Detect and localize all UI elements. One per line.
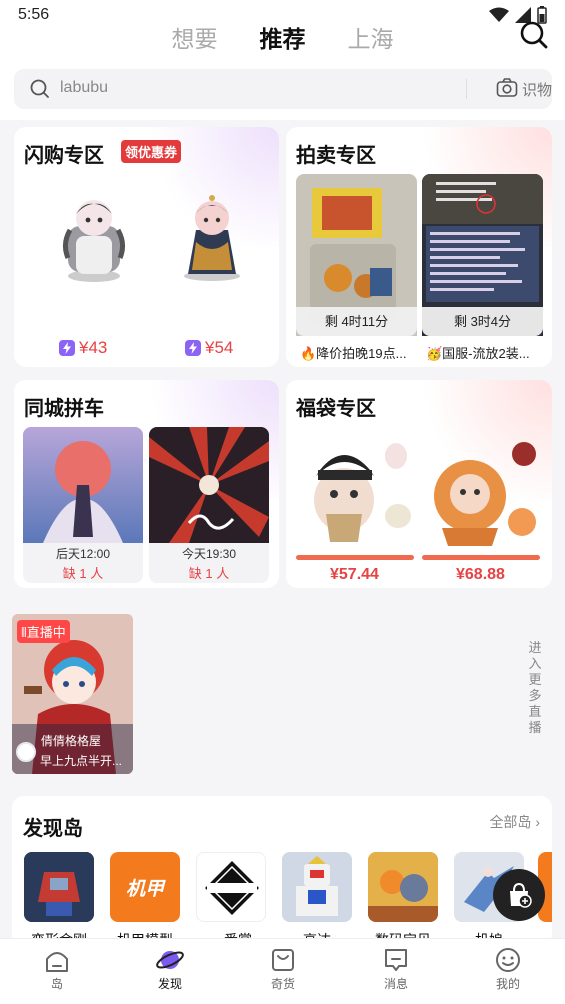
island-item[interactable]: 变形金刚 (24, 852, 94, 946)
search-input[interactable]: labubu (60, 79, 108, 97)
nav-label: 发现 (157, 977, 182, 991)
search-icon (30, 79, 49, 98)
tab-shanghai[interactable]: 上海 (348, 20, 394, 54)
lucky-bag-image[interactable] (296, 430, 416, 550)
nav-profile[interactable]: 我的 (478, 945, 538, 992)
lucky-bag-price: ¥57.44 (330, 566, 379, 583)
lucky-bag-title: 福袋专区 (296, 398, 376, 420)
nav-label: 消息 (383, 977, 408, 991)
search-divider (466, 79, 467, 99)
avatar (16, 742, 36, 762)
lucky-bag-price: ¥68.88 (456, 566, 505, 583)
carpool-time: 后天12:00 (55, 547, 111, 561)
smiley-icon (496, 948, 520, 972)
tab-recommend[interactable]: 推荐 (260, 20, 306, 54)
nav-home[interactable]: 岛 (27, 945, 87, 992)
carpool-item[interactable]: 后天12:00 缺 1 人 (23, 427, 143, 583)
flash-sale-title: 闪购专区 (24, 145, 104, 167)
island-item[interactable]: 数码宝贝 (368, 852, 438, 946)
island-thumb (282, 852, 352, 922)
image-search-label[interactable]: 识物 (522, 79, 552, 100)
live-stream-card[interactable]: ⦀直播中 倩倩格格屋 早上九点半开... (12, 614, 133, 774)
live-stream-title: 早上九点半开... (40, 754, 123, 768)
lucky-bag-card[interactable]: 福袋专区 ¥57.44 ¥68.88 (286, 380, 552, 588)
carpool-time: 今天19:30 (181, 547, 237, 561)
island-thumb (196, 852, 266, 922)
auction-caption: 🥳国服-流放2装... (426, 346, 530, 361)
tab-wanted[interactable]: 想要 (172, 20, 218, 54)
publish-fab[interactable] (493, 869, 545, 921)
carpool-title: 同城拼车 (24, 398, 104, 420)
flash-item[interactable] (162, 182, 272, 322)
island-item[interactable]: 一番赏 (196, 852, 266, 946)
shopping-bag-add-icon (510, 882, 532, 908)
camera-icon[interactable] (496, 77, 518, 99)
lightning-icon (185, 340, 201, 356)
nav-goods[interactable]: 奇货 (253, 945, 313, 992)
lightning-icon (59, 340, 75, 356)
nav-messages[interactable]: 消息 (366, 945, 426, 992)
auction-countdown: 剩 4时11分 (296, 307, 417, 336)
mecha-logo: 机甲 (125, 878, 164, 900)
flash-price: ¥43 (59, 338, 107, 358)
live-badge: ⦀直播中 (17, 620, 70, 643)
planet-icon (156, 951, 184, 969)
island-thumb: 机甲 (110, 852, 180, 922)
live-streamer-name: 倩倩格格屋 (41, 734, 102, 748)
discover-island: 发现岛 全部岛 › 变形金刚 机甲 机甲模型 一番赏 高达 数码宝贝 (12, 796, 552, 946)
search-bar[interactable]: labubu 识物 (14, 69, 552, 109)
discover-island-title: 发现岛 (23, 818, 83, 840)
island-item[interactable]: 高达 (282, 852, 352, 946)
flash-price-value: ¥43 (79, 338, 108, 357)
nav-discover[interactable]: 发现 (140, 945, 200, 992)
flash-price: ¥54 (185, 338, 233, 358)
nav-label: 岛 (50, 977, 63, 991)
search-icon[interactable] (519, 20, 549, 50)
island-item[interactable]: 机甲 机甲模型 (110, 852, 180, 946)
feed-tabs: 想要 推荐 上海 (0, 20, 565, 54)
lucky-bag-image[interactable] (422, 430, 546, 550)
all-islands-label: 全部岛 (489, 814, 532, 830)
auction-caption: 🔥降价拍晚19点... (300, 346, 407, 361)
auction-countdown: 剩 3时4分 (422, 307, 543, 336)
nav-label: 奇货 (270, 977, 295, 991)
coupon-badge[interactable]: 领优惠券 (121, 140, 182, 163)
bag-icon (272, 949, 294, 971)
carpool-missing: 缺 1 人 (188, 566, 230, 581)
message-icon (385, 949, 407, 971)
nav-label: 我的 (495, 977, 520, 991)
figure-image (184, 195, 240, 281)
all-islands-link[interactable]: 全部岛 › (489, 812, 540, 832)
carpool-card[interactable]: 同城拼车 后天12:00 缺 1 人 今天19:30 缺 1 人 (14, 380, 279, 588)
lucky-bag-progress (296, 555, 414, 560)
flash-sale-card[interactable]: 闪购专区 领优惠券 ¥43 ¥54 (14, 127, 279, 367)
more-live-link[interactable]: 进入更多直播 (527, 640, 543, 736)
auction-card[interactable]: 拍卖专区 剩 4时11分 🔥降价拍晚19点... 剩 3时4分 🥳国服-流放2装… (286, 127, 552, 367)
live-badge-label: 直播中 (26, 625, 66, 640)
top-header: 5:56 想要 推荐 上海 labubu 识物 (0, 0, 565, 120)
home-icon (46, 952, 68, 972)
auction-title: 拍卖专区 (296, 145, 376, 167)
flash-price-value: ¥54 (205, 338, 234, 357)
figure-image (62, 200, 126, 282)
flash-item[interactable] (39, 182, 149, 322)
lucky-bag-progress (422, 555, 540, 560)
island-thumb (24, 852, 94, 922)
poster-image (23, 427, 143, 543)
carpool-missing: 缺 1 人 (62, 566, 104, 581)
island-thumb (368, 852, 438, 922)
bottom-nav: 岛 发现 奇货 消息 我的 (0, 938, 565, 1004)
chevron-right-icon: › (535, 814, 540, 830)
poster-image (149, 427, 269, 543)
carpool-item[interactable]: 今天19:30 缺 1 人 (149, 427, 269, 583)
